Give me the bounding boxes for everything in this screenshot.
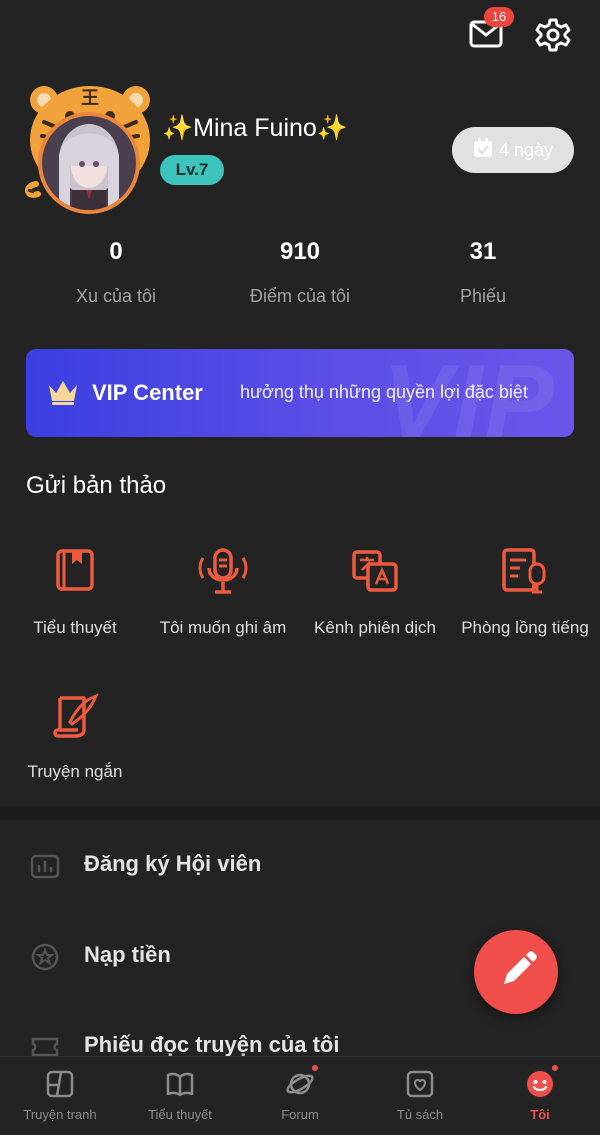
write-button[interactable]	[474, 930, 558, 1014]
dubbing-icon	[502, 548, 546, 594]
smile-face-icon	[527, 1071, 553, 1097]
checkin-label: 4 ngày	[498, 139, 554, 160]
submit-novel[interactable]: Tiểu thuyết	[0, 546, 150, 638]
stat-label: Phiếu	[459, 286, 507, 306]
stat-tickets[interactable]: 31 Phiếu	[383, 238, 583, 307]
grid-label: Phòng lồng tiếng	[461, 618, 589, 637]
stat-label: Xu của tôi	[75, 286, 157, 306]
stat-coins[interactable]: 0 Xu của tôi	[16, 238, 216, 307]
crown-icon	[46, 377, 80, 407]
grid-label: Kênh phiên dịch	[314, 618, 436, 637]
avatar-photo	[38, 112, 140, 214]
grid-label: Truyện ngắn	[27, 762, 123, 781]
username: ✨Mina Fuino✨	[162, 114, 348, 143]
submit-translation[interactable]: Kênh phiên dịch	[300, 546, 450, 638]
nav-tab-forum[interactable]: Forum	[240, 1063, 360, 1122]
nav-tab-bookshelf[interactable]: Tủ sách	[360, 1069, 480, 1122]
nav-tab-comics[interactable]: Truyện tranh	[0, 1069, 120, 1122]
grid-label: Tôi muốn ghi âm	[159, 618, 287, 637]
translate-icon	[352, 550, 398, 592]
vip-subtitle: hưởng thụ những quyền lợi đặc biệt	[240, 382, 528, 402]
notification-dot	[310, 1063, 320, 1073]
nav-label: Tôi	[530, 1107, 550, 1122]
vip-center-banner[interactable]: VIP VIP Center hưởng thụ những quyền lợi…	[26, 349, 574, 437]
section-divider	[0, 806, 600, 820]
gear-icon[interactable]	[532, 14, 574, 56]
planet-icon	[286, 1073, 314, 1095]
bottom-nav: Truyện tranh Tiểu thuyết Forum Tủ sách T	[0, 1056, 600, 1135]
submit-dubbing[interactable]: Phòng lồng tiếng	[450, 546, 600, 638]
menu-label: Đăng ký Hội viên	[84, 851, 262, 876]
submit-short-story[interactable]: Truyện ngắn	[0, 690, 150, 782]
nav-label: Tủ sách	[396, 1107, 444, 1122]
stat-points[interactable]: 910 Điểm của tôi	[200, 238, 400, 307]
bookshelf-icon	[406, 1070, 434, 1098]
level-badge: Lv.7	[160, 155, 224, 185]
nav-label: Tiểu thuyết	[148, 1107, 212, 1122]
nav-label: Truyện tranh	[23, 1107, 97, 1122]
menu-item-membership[interactable]: Đăng ký Hội viên	[0, 835, 600, 895]
section-title: Gửi bản thảo	[26, 472, 167, 499]
stat-value: 31	[469, 238, 497, 265]
nav-tab-novels[interactable]: Tiểu thuyết	[120, 1069, 240, 1122]
svg-text:王: 王	[81, 88, 99, 109]
pencil-icon	[504, 951, 537, 984]
notification-dot	[550, 1063, 560, 1073]
stat-value: 910	[279, 238, 321, 265]
nav-tab-me[interactable]: Tôi	[480, 1063, 600, 1122]
sparkle-icon: ✨	[162, 114, 194, 142]
open-book-icon	[166, 1072, 194, 1097]
stat-value: 0	[109, 238, 123, 265]
comic-icon	[46, 1070, 74, 1098]
stat-label: Điểm của tôi	[249, 286, 351, 306]
mail-unread-badge: 16	[484, 7, 514, 27]
grid-label: Tiểu thuyết	[33, 618, 117, 637]
sparkle-icon: ✨	[316, 114, 348, 142]
submit-recording[interactable]: Tôi muốn ghi âm	[148, 546, 298, 638]
nav-label: Forum	[281, 1107, 319, 1122]
avatar[interactable]: 王	[24, 82, 156, 214]
star-coin-icon	[31, 943, 59, 971]
checkin-button[interactable]: 4 ngày	[452, 127, 574, 173]
username-text: Mina Fuino	[193, 114, 317, 142]
vip-title: VIP Center	[92, 380, 203, 405]
book-icon	[56, 549, 94, 591]
menu-label: Nạp tiền	[84, 942, 171, 967]
membership-icon	[30, 854, 60, 879]
calendar-check-icon	[473, 137, 493, 163]
microphone-icon	[198, 548, 248, 594]
top-bar: 16	[0, 0, 600, 70]
quill-note-icon	[53, 693, 99, 738]
menu-label: Phiếu đọc truyện của tôi	[84, 1032, 340, 1057]
